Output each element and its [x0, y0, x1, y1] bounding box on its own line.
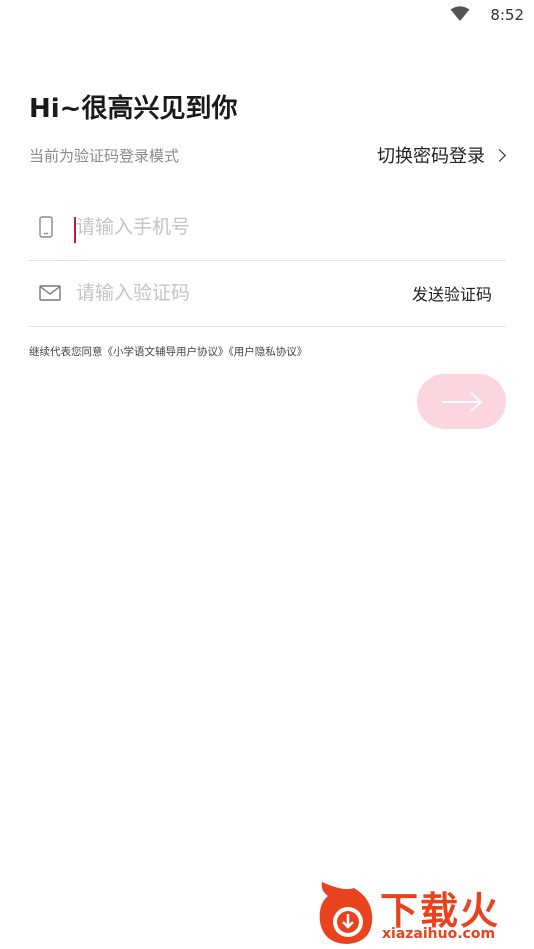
page-title: Hi~很高兴见到你 — [29, 94, 238, 124]
privacy-policy-link[interactable]: 《用户隐私协议》 — [229, 346, 308, 358]
phone-icon — [39, 216, 53, 238]
switch-password-login-link[interactable]: 切换密码登录 — [377, 142, 506, 168]
login-mode-label: 当前为验证码登录模式 — [29, 147, 180, 165]
switch-password-login-label: 切换密码登录 — [377, 146, 485, 167]
flame-logo-icon — [319, 882, 373, 944]
agreement-text: 继续代表您同意《小学语文辅导用户协议》《用户隐私协议》 — [29, 344, 307, 359]
phone-field — [29, 194, 506, 261]
user-agreement-link[interactable]: 《小学语文辅导用户协议》 — [103, 346, 229, 358]
arrow-right-icon — [442, 392, 483, 412]
mail-icon — [39, 285, 61, 301]
phone-input[interactable] — [76, 209, 376, 245]
submit-button[interactable] — [417, 374, 506, 429]
status-time: 8:52 — [490, 6, 524, 24]
wifi-icon — [450, 6, 470, 21]
watermark-domain: xiazaihuo.com — [382, 926, 496, 942]
watermark: 下载火 xiazaihuo.com — [314, 878, 530, 946]
code-field: 发送验证码 — [29, 260, 506, 327]
status-bar: 8:52 — [0, 0, 534, 30]
verification-code-input[interactable] — [76, 275, 376, 311]
send-code-button[interactable]: 发送验证码 — [412, 281, 492, 305]
chevron-right-icon — [493, 149, 506, 162]
agreement-prefix: 继续代表您同意 — [29, 346, 103, 358]
